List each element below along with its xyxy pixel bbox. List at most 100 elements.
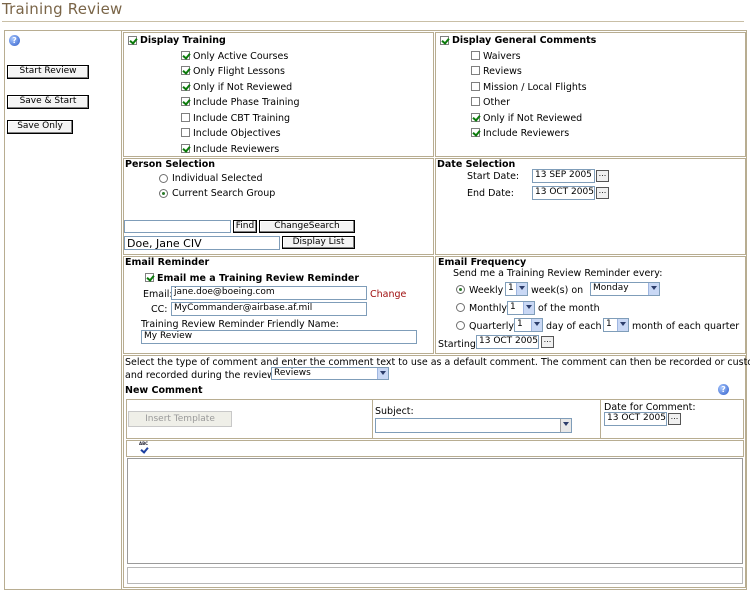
weekly-radio[interactable]	[456, 285, 465, 294]
quarter-month-select[interactable]: 1	[603, 318, 629, 332]
weekday-select[interactable]: Monday	[590, 282, 660, 296]
chevron-down-icon	[523, 302, 534, 314]
training-option-checkbox[interactable]	[181, 113, 190, 122]
comment-text-area[interactable]	[127, 458, 743, 564]
change-email-link[interactable]: Change	[370, 289, 406, 300]
training-option-label: Only Active Courses	[193, 51, 289, 62]
comment-option-checkbox[interactable]	[471, 51, 480, 60]
training-option-checkbox[interactable]	[181, 97, 190, 106]
quarter-month-value: 1	[606, 319, 612, 329]
training-option-checkbox[interactable]	[181, 51, 190, 60]
email-field[interactable]: jane.doe@boeing.com	[171, 286, 367, 300]
email-frequency-title: Email Frequency	[438, 257, 527, 268]
training-option-checkbox[interactable]	[181, 128, 190, 137]
comment-option-checkbox[interactable]	[471, 113, 480, 122]
comment-instructions-cont: and recorded during the review.	[125, 370, 277, 381]
comment-option-checkbox[interactable]	[471, 82, 480, 91]
individual-selected-radio[interactable]	[159, 174, 168, 183]
monthly-count-value: 1	[510, 302, 516, 312]
display-list-button[interactable]: Display List	[282, 236, 355, 249]
comment-option-label: Mission / Local Flights	[483, 82, 587, 93]
start-date-picker-button[interactable]: ...	[596, 170, 609, 182]
friendly-name-field[interactable]: My Review	[141, 330, 417, 344]
individual-selected-label: Individual Selected	[172, 173, 263, 184]
training-option-checkbox[interactable]	[181, 144, 190, 153]
end-date-input[interactable]: 13 OCT 2005	[532, 186, 595, 200]
cc-field[interactable]: MyCommander@airbase.af.mil	[171, 302, 367, 316]
quarterly-day-select[interactable]: 1	[514, 318, 543, 332]
comment-option-checkbox[interactable]	[471, 66, 480, 75]
training-option-checkbox[interactable]	[181, 66, 190, 75]
spell-check-icon[interactable]: ABC	[139, 442, 151, 454]
email-reminder-checkbox-label: Email me a Training Review Reminder	[157, 273, 360, 284]
comment-option-label: Other	[483, 97, 510, 108]
training-option-label: Include CBT Training	[193, 113, 291, 124]
person-selection-title: Person Selection	[125, 159, 216, 170]
page-title: Training Review	[2, 0, 123, 18]
comment-option-label: Reviews	[483, 66, 522, 77]
comment-type-value: Reviews	[274, 368, 311, 378]
editor-toolbar	[126, 440, 744, 457]
toolbar-divider	[600, 399, 601, 439]
current-search-group-radio[interactable]	[159, 189, 168, 198]
comment-option-checkbox[interactable]	[471, 97, 480, 106]
email-reminder-title: Email Reminder	[125, 257, 210, 268]
quarterly-radio[interactable]	[456, 321, 465, 330]
comment-footer-field[interactable]	[127, 567, 743, 584]
end-date-label: End Date:	[467, 188, 514, 199]
comment-type-select[interactable]: Reviews	[271, 367, 389, 380]
find-button[interactable]: Find	[233, 220, 257, 233]
selected-person-field[interactable]: Doe, Jane CIV	[124, 236, 280, 250]
weekly-count-select[interactable]: 1	[505, 282, 528, 296]
title-divider	[2, 21, 744, 22]
email-label: Email:	[143, 289, 173, 300]
left-column-divider	[121, 30, 122, 590]
current-search-group-label: Current Search Group	[172, 188, 276, 199]
training-option-label: Only Flight Lessons	[193, 66, 285, 77]
find-input[interactable]	[124, 220, 231, 233]
subject-select[interactable]	[375, 418, 572, 433]
toolbar-divider	[372, 399, 373, 439]
comment-date-picker-button[interactable]: ...	[668, 413, 681, 425]
email-reminder-checkbox[interactable]	[145, 273, 154, 282]
save-only-button[interactable]: Save Only	[7, 120, 73, 134]
display-training-checkbox[interactable]	[128, 36, 137, 45]
change-search-button[interactable]: ChangeSearch	[259, 220, 355, 233]
start-date-input[interactable]: 13 SEP 2005	[532, 169, 595, 183]
training-option-label: Only if Not Reviewed	[193, 82, 293, 93]
weekday-value: Monday	[593, 283, 629, 293]
training-option-checkbox[interactable]	[181, 82, 190, 91]
chevron-down-icon	[648, 283, 659, 295]
chevron-down-icon	[617, 319, 628, 331]
training-option-label: Include Reviewers	[193, 144, 280, 155]
comment-option-label: Include Reviewers	[483, 128, 570, 139]
save-and-start-button[interactable]: Save & Start	[7, 95, 89, 109]
monthly-radio[interactable]	[456, 303, 465, 312]
monthly-count-select[interactable]: 1	[507, 301, 535, 315]
date-selection-title: Date Selection	[437, 159, 516, 170]
starting-label: Starting	[438, 339, 476, 350]
comment-option-label: Only if Not Reviewed	[483, 113, 583, 124]
help-icon[interactable]: ?	[9, 35, 20, 46]
month-of-quarter-label: month of each quarter	[632, 321, 740, 332]
chevron-down-icon	[531, 319, 542, 331]
training-option-label: Include Objectives	[193, 128, 281, 139]
display-comments-label: Display General Comments	[452, 35, 597, 46]
comment-option-checkbox[interactable]	[471, 128, 480, 137]
chevron-down-icon	[516, 283, 527, 295]
end-date-picker-button[interactable]: ...	[596, 187, 609, 199]
comment-date-input[interactable]: 13 OCT 2005	[604, 412, 667, 426]
starting-date-picker-button[interactable]: ...	[541, 336, 554, 348]
insert-template-button[interactable]: Insert Template	[128, 411, 232, 427]
weeks-on-label: week(s) on	[531, 285, 584, 296]
subject-label: Subject:	[375, 406, 414, 417]
training-option-label: Include Phase Training	[193, 97, 300, 108]
starting-date-input[interactable]: 13 OCT 2005	[476, 335, 539, 349]
of-month-label: of the month	[538, 303, 600, 314]
start-date-label: Start Date:	[467, 171, 520, 182]
comment-help-icon[interactable]: ?	[718, 384, 729, 395]
friendly-name-label: Training Review Reminder Friendly Name:	[141, 319, 339, 330]
quarterly-day-value: 1	[517, 319, 523, 329]
display-comments-checkbox[interactable]	[440, 36, 449, 45]
start-review-button[interactable]: Start Review	[7, 65, 89, 79]
